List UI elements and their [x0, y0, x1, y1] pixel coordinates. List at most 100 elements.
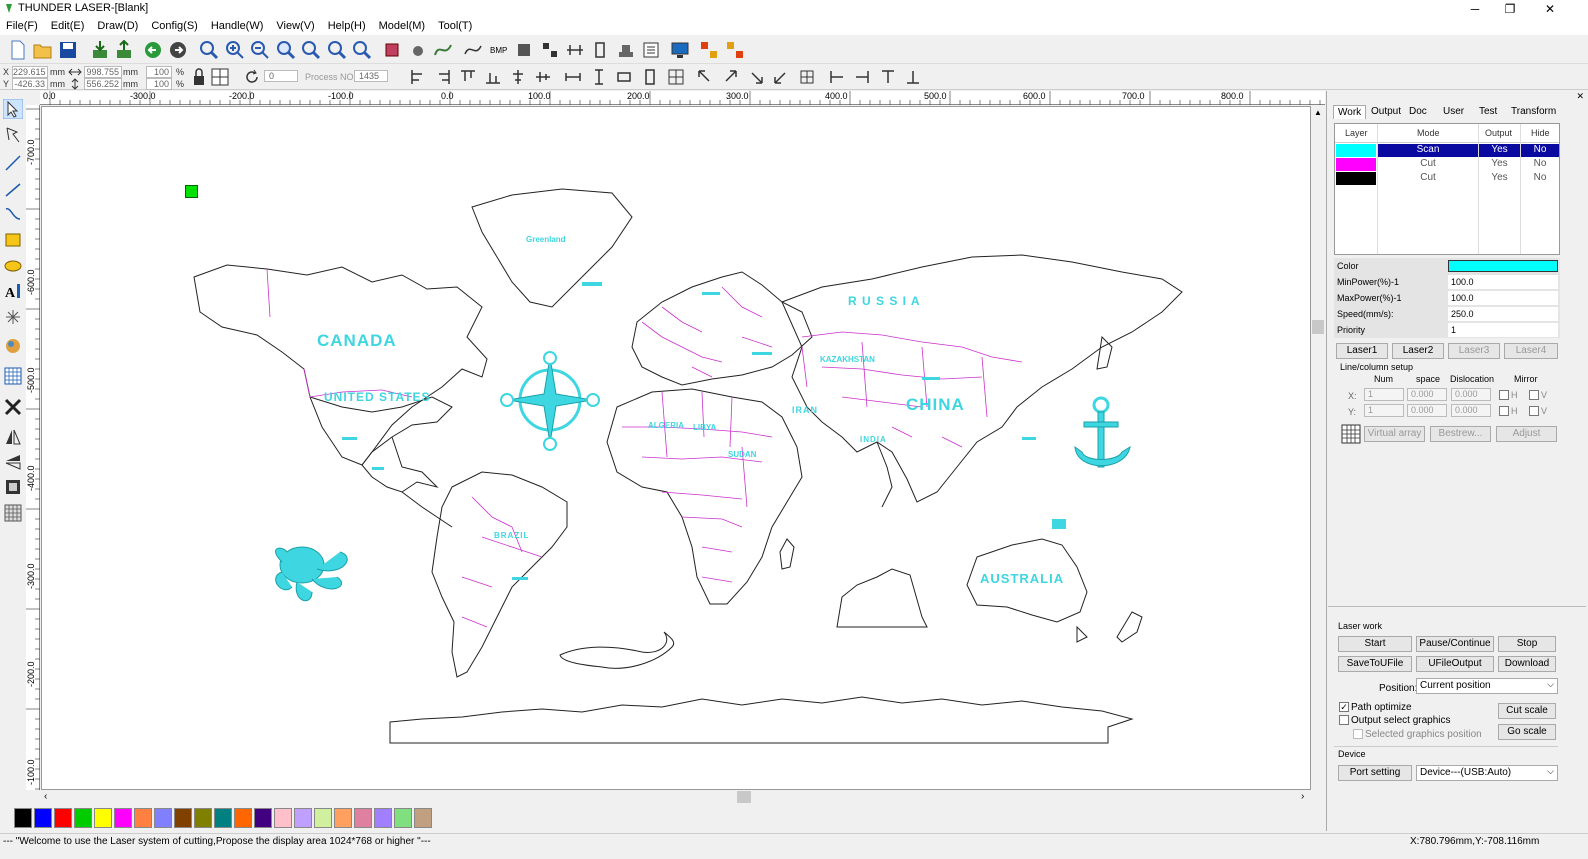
- prop-color-swatch[interactable]: [1448, 260, 1558, 272]
- same-height-icon[interactable]: [589, 67, 609, 87]
- zoom-select-icon[interactable]: [199, 40, 219, 60]
- same-width-icon[interactable]: [563, 67, 583, 87]
- tab-transform[interactable]: Transform: [1507, 105, 1560, 118]
- palette-swatch[interactable]: [394, 808, 412, 828]
- palette-swatch[interactable]: [54, 808, 72, 828]
- prop-priority-input[interactable]: 1: [1448, 323, 1558, 337]
- ufile-output-button[interactable]: UFileOutput: [1416, 656, 1494, 672]
- prop-speed-input[interactable]: 250.0: [1448, 307, 1558, 321]
- curve-smooth-icon[interactable]: [433, 40, 453, 60]
- menu-file[interactable]: File(F): [0, 18, 45, 32]
- process-no-input[interactable]: 1435: [354, 70, 388, 82]
- rotate-input[interactable]: 0: [264, 70, 298, 82]
- layer-row[interactable]: Cut Yes No: [1335, 158, 1559, 171]
- go-scale-button[interactable]: Go scale: [1498, 724, 1556, 740]
- align-top-icon[interactable]: [458, 67, 478, 87]
- mirror-x-h-checkbox[interactable]: [1499, 390, 1509, 400]
- palette-swatch[interactable]: [114, 808, 132, 828]
- menu-draw[interactable]: Draw(D): [91, 18, 145, 32]
- vertical-scroll-thumb[interactable]: [1312, 320, 1324, 334]
- edit-image-icon[interactable]: [3, 477, 23, 497]
- lock-ratio-icon[interactable]: [191, 67, 207, 87]
- curve-icon[interactable]: [463, 40, 483, 60]
- y-position-input[interactable]: -426.33: [12, 78, 48, 90]
- world-map-graphic[interactable]: [42, 107, 1312, 791]
- fill-icon[interactable]: [514, 40, 534, 60]
- redo-icon[interactable]: [168, 40, 188, 60]
- laser2-button[interactable]: Laser2: [1392, 343, 1444, 359]
- center-page-icon[interactable]: [666, 67, 686, 87]
- export-icon[interactable]: [114, 40, 134, 60]
- curve-draw-icon[interactable]: [3, 204, 23, 224]
- array-x-num[interactable]: 1: [1364, 388, 1404, 401]
- rectangle-icon[interactable]: [3, 230, 23, 250]
- scale-y-input[interactable]: 100: [146, 78, 172, 90]
- scale-x-input[interactable]: 100: [146, 66, 172, 78]
- menu-model[interactable]: Model(M): [373, 18, 432, 32]
- prop-maxpower-input[interactable]: 100.0: [1448, 291, 1558, 305]
- pause-continue-button[interactable]: Pause/Continue: [1416, 636, 1494, 652]
- laser-head-icon[interactable]: [616, 40, 636, 60]
- align-left-icon[interactable]: [408, 67, 428, 87]
- align-bottom-icon[interactable]: [483, 67, 503, 87]
- bitmap-icon[interactable]: BMP: [489, 40, 509, 60]
- cut-preview-icon[interactable]: [725, 40, 745, 60]
- ellipse-icon[interactable]: [3, 256, 23, 276]
- vertical-scrollbar[interactable]: ▲: [1311, 106, 1325, 790]
- pos-right-icon[interactable]: [852, 67, 872, 87]
- minimize-button[interactable]: ─: [1460, 1, 1490, 17]
- mirror-y-v-checkbox[interactable]: [1529, 406, 1539, 416]
- scroll-up-icon[interactable]: ▲: [1314, 108, 1322, 117]
- palette-swatch[interactable]: [134, 808, 152, 828]
- selected-position-checkbox[interactable]: [1353, 729, 1363, 739]
- height-input[interactable]: 556.252: [84, 78, 122, 90]
- tab-test[interactable]: Test: [1475, 105, 1501, 118]
- monitor-icon[interactable]: [670, 40, 690, 60]
- menu-tool[interactable]: Tool(T): [432, 18, 479, 32]
- palette-swatch[interactable]: [74, 808, 92, 828]
- prop-minpower-input[interactable]: 100.0: [1448, 275, 1558, 289]
- zoom-all-icon[interactable]: [301, 40, 321, 60]
- polyline-icon[interactable]: [3, 179, 23, 199]
- save-to-ufile-button[interactable]: SaveToUFile: [1338, 656, 1412, 672]
- import-icon[interactable]: [90, 40, 110, 60]
- palette-swatch[interactable]: [294, 808, 312, 828]
- position-grid-icon[interactable]: [211, 67, 229, 87]
- palette-swatch[interactable]: [234, 808, 252, 828]
- group-icon[interactable]: [540, 40, 560, 60]
- path-optimize-checkbox[interactable]: ✓: [1339, 702, 1349, 712]
- mirror-v-icon[interactable]: [3, 452, 23, 472]
- node-select-icon[interactable]: [3, 125, 23, 145]
- array-y-num[interactable]: 1: [1364, 404, 1404, 417]
- palette-swatch[interactable]: [414, 808, 432, 828]
- menu-config[interactable]: Config(S): [145, 18, 204, 32]
- image-import-icon[interactable]: [3, 336, 23, 356]
- line-icon[interactable]: [3, 153, 23, 173]
- save-icon[interactable]: [58, 40, 78, 60]
- layer-row[interactable]: Scan Yes No: [1335, 144, 1559, 157]
- pos-top-right-icon[interactable]: [720, 67, 740, 87]
- array-horizontal-icon[interactable]: [565, 40, 585, 60]
- pos-left-icon[interactable]: [827, 67, 847, 87]
- palette-swatch[interactable]: [34, 808, 52, 828]
- align-center-h-icon[interactable]: [508, 67, 528, 87]
- node-edit-icon[interactable]: [408, 40, 428, 60]
- distribute-icon[interactable]: [640, 67, 660, 87]
- bestrew-button[interactable]: Bestrew...: [1430, 426, 1491, 442]
- zoom-object-icon[interactable]: [327, 40, 347, 60]
- palette-swatch[interactable]: [214, 808, 232, 828]
- output-select-checkbox[interactable]: [1339, 715, 1349, 725]
- close-button[interactable]: ✕: [1535, 1, 1565, 17]
- cut-scale-button[interactable]: Cut scale: [1498, 703, 1556, 719]
- tab-output[interactable]: Output: [1367, 105, 1405, 118]
- rotate-icon[interactable]: [242, 67, 262, 87]
- mirror-y-h-checkbox[interactable]: [1499, 406, 1509, 416]
- pos-center-icon[interactable]: [797, 67, 817, 87]
- undo-icon[interactable]: [143, 40, 163, 60]
- menu-view[interactable]: View(V): [270, 18, 321, 32]
- align-right-icon[interactable]: [433, 67, 453, 87]
- menu-help[interactable]: Help(H): [322, 18, 373, 32]
- pos-bottom-left-icon[interactable]: [771, 67, 791, 87]
- drawing-canvas[interactable]: CANADA UNITED STATES R U S S I A CHINA A…: [41, 106, 1311, 790]
- x-position-input[interactable]: 229.615: [12, 66, 48, 78]
